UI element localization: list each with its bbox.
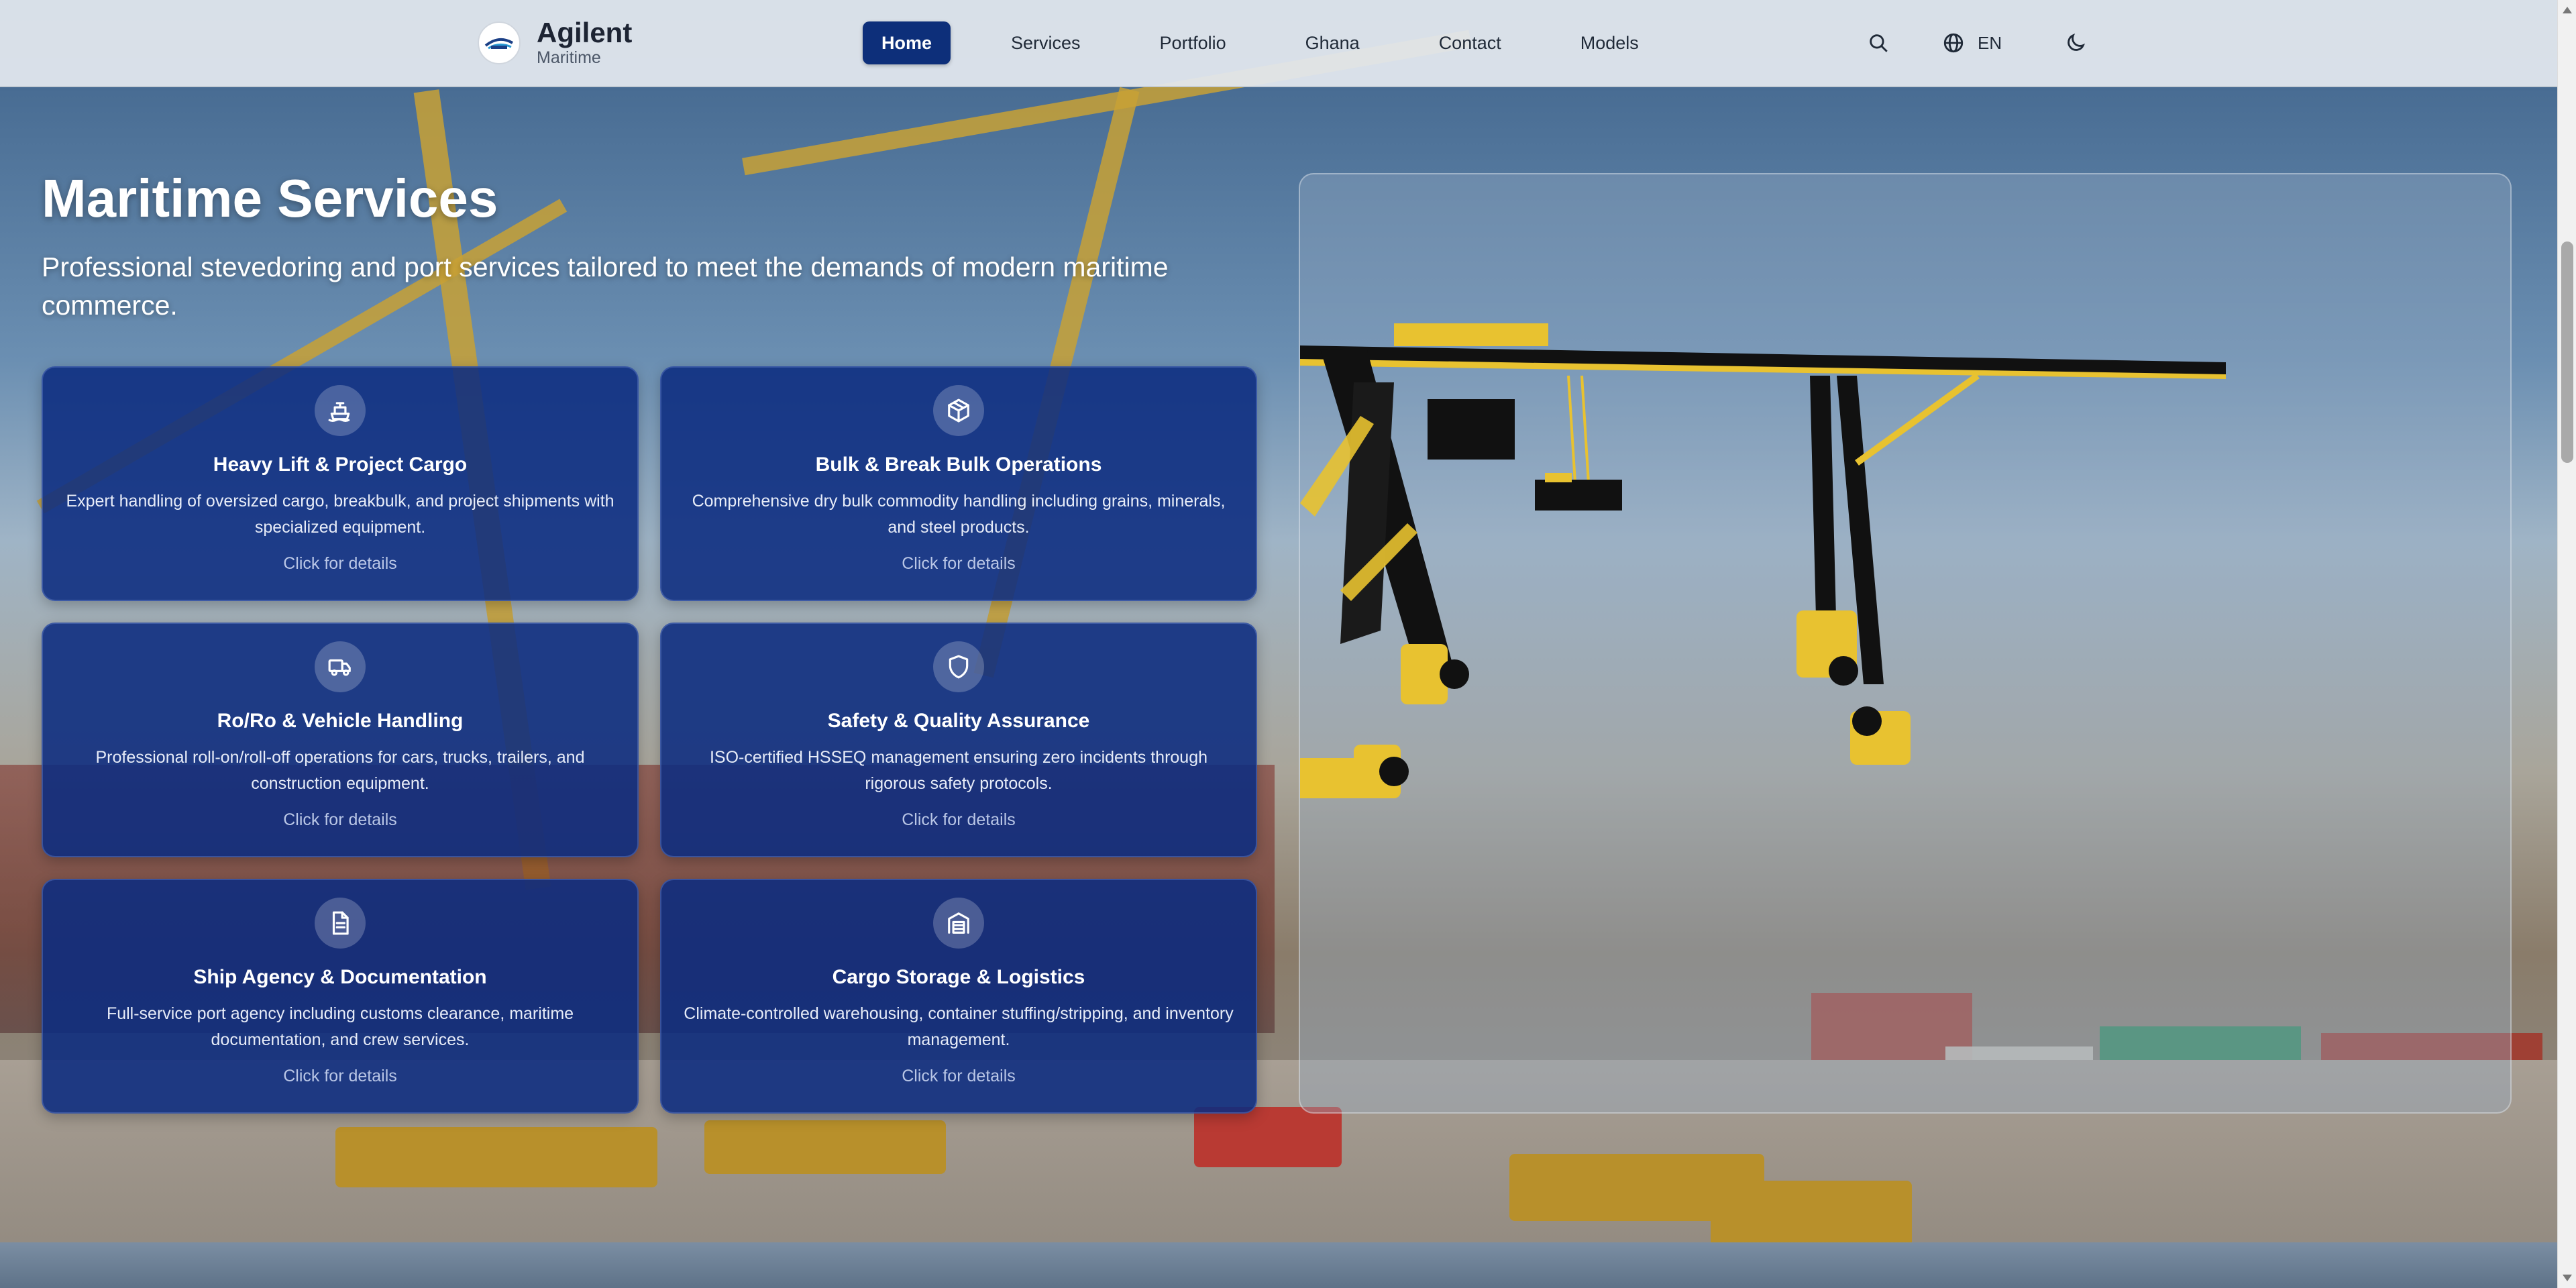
nav-portfolio[interactable]: Portfolio [1141,21,1245,64]
card-title: Heavy Lift & Project Cargo [213,453,468,476]
main-nav: Home Services Portfolio Ghana Contact Mo… [863,21,1699,64]
search-icon[interactable] [1862,27,1894,59]
scroll-down-icon[interactable] [2563,1275,2572,1281]
card-description: Full-service port agency including custo… [106,1004,574,1049]
service-card-safety[interactable]: Safety & Quality Assurance ISO-certified… [660,623,1257,857]
nav-models[interactable]: Models [1562,21,1658,64]
package-icon [933,385,984,436]
language-selector[interactable]: EN [1937,27,2002,59]
brand-name: Agilent [537,17,633,48]
service-card-roro[interactable]: Ro/Ro & Vehicle Handling Professional ro… [42,623,639,857]
nav-services[interactable]: Services [992,21,1099,64]
card-title: Cargo Storage & Logistics [832,966,1085,988]
card-cta[interactable]: Click for details [43,554,637,574]
service-card-bulk[interactable]: Bulk & Break Bulk Operations Comprehensi… [660,366,1257,601]
background-truck [1194,1107,1342,1167]
language-label: EN [1978,32,2002,53]
document-icon [315,898,366,949]
background-truck [1711,1181,1912,1248]
card-cta[interactable]: Click for details [43,810,637,830]
gantry-crane-model [1300,323,2226,798]
card-title: Bulk & Break Bulk Operations [815,453,1102,476]
card-title: Safety & Quality Assurance [827,710,1090,732]
background-truck [335,1127,657,1187]
scroll-up-icon[interactable] [2563,7,2572,13]
header-actions: EN [1862,27,2092,59]
background-truck [704,1120,946,1174]
shield-icon [933,641,984,692]
moon-icon[interactable] [2059,27,2092,59]
card-cta[interactable]: Click for details [661,810,1256,830]
brand[interactable]: Agilent Maritime [478,19,632,66]
card-description: Comprehensive dry bulk commodity handlin… [692,492,1226,537]
nav-contact[interactable]: Contact [1420,21,1520,64]
service-card-storage[interactable]: Cargo Storage & Logistics Climate-contro… [660,879,1257,1114]
globe-icon [1937,27,1970,59]
card-description: Expert handling of oversized cargo, brea… [66,492,614,537]
card-description: Professional roll-on/roll-off operations… [95,748,585,793]
truck-icon [315,641,366,692]
nav-ghana[interactable]: Ghana [1287,21,1379,64]
card-description: ISO-certified HSSEQ management ensuring … [709,748,1208,793]
service-card-heavy-lift[interactable]: Heavy Lift & Project Cargo Expert handli… [42,366,639,601]
model-viewer[interactable] [1299,173,2512,1114]
card-cta[interactable]: Click for details [43,1067,637,1086]
next-section-preview [0,1242,2557,1288]
card-description: Climate-controlled warehousing, containe… [684,1004,1234,1049]
page-title: Maritime Services [42,168,498,228]
ship-icon [315,385,366,436]
site-header: Agilent Maritime Home Services Portfolio… [0,0,2557,87]
card-cta[interactable]: Click for details [661,554,1256,574]
scroll-thumb[interactable] [2561,241,2573,463]
card-cta[interactable]: Click for details [661,1067,1256,1086]
brand-logo-icon [478,21,521,64]
brand-subtitle: Maritime [537,48,601,67]
page-scrollbar[interactable] [2557,0,2576,1288]
warehouse-icon [933,898,984,949]
page-subtitle: Professional stevedoring and port servic… [42,252,1169,321]
card-title: Ship Agency & Documentation [193,966,487,988]
service-card-agency[interactable]: Ship Agency & Documentation Full-service… [42,879,639,1114]
nav-home[interactable]: Home [863,21,951,64]
card-title: Ro/Ro & Vehicle Handling [217,710,464,732]
